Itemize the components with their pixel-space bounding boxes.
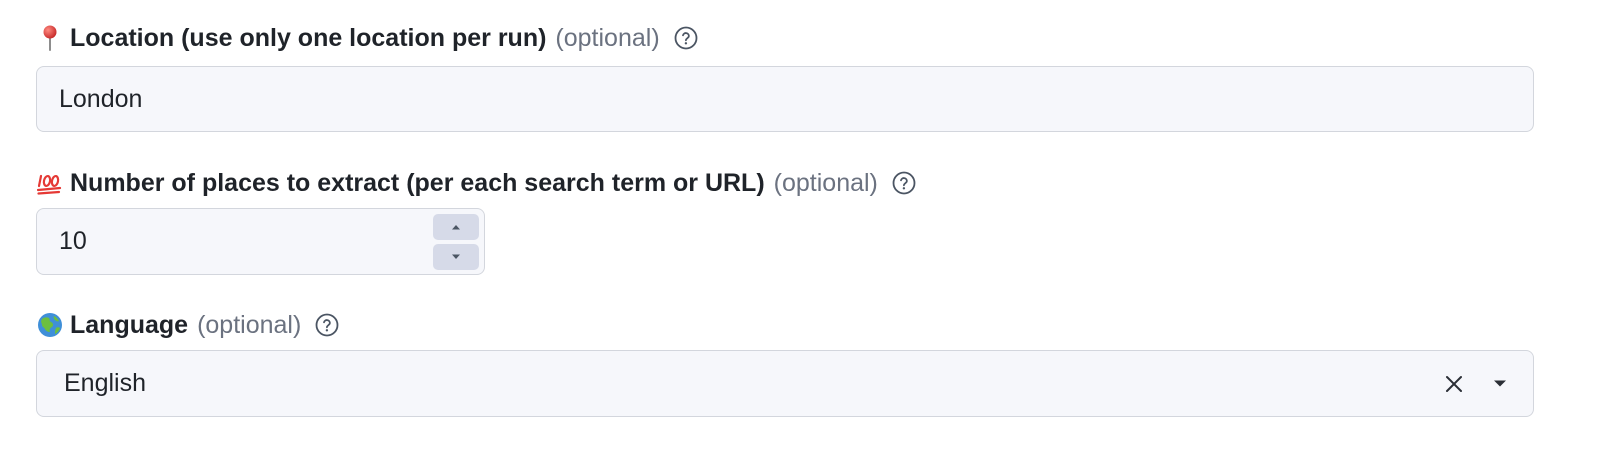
number-stepper [433,214,479,270]
language-label: Language [70,311,189,339]
max-places-optional-tag: (optional) [773,169,878,197]
caret-down-icon [1494,380,1506,387]
language-help-icon[interactable] [314,312,340,338]
location-field: Location (use only one location per run)… [37,21,699,55]
location-label-row: Location (use only one location per run)… [37,21,699,55]
language-select[interactable]: English [36,350,1534,417]
language-field: Language (optional) [37,308,340,342]
caret-down-icon [452,254,460,259]
caret-up-icon [452,225,460,230]
location-input-value: London [59,84,143,113]
close-icon [1446,375,1462,392]
location-label: Location (use only one location per run) [70,24,547,52]
hundred-points-icon [37,166,63,200]
max-places-label-row: Number of places to extract (per each se… [37,166,917,200]
max-places-input[interactable]: 10 [36,208,485,275]
language-select-controls [1445,351,1507,416]
max-places-help-icon[interactable] [891,170,917,196]
location-optional-tag: (optional) [555,24,660,52]
language-optional-tag: (optional) [197,311,302,339]
language-selected-value: English [64,369,146,397]
max-places-label: Number of places to extract (per each se… [70,169,765,197]
round-pushpin-icon [37,21,63,55]
globe-icon [37,308,63,342]
decrement-button[interactable] [433,244,479,270]
max-places-field: Number of places to extract (per each se… [37,166,917,200]
location-input[interactable]: London [36,66,1534,132]
dropdown-toggle-button[interactable] [1493,379,1507,388]
clear-selection-button[interactable] [1445,375,1463,393]
increment-button[interactable] [433,214,479,240]
max-places-input-value: 10 [59,227,87,255]
input-form: Location (use only one location per run)… [0,0,1600,451]
language-label-row: Language (optional) [37,308,340,342]
location-help-icon[interactable] [673,25,699,51]
